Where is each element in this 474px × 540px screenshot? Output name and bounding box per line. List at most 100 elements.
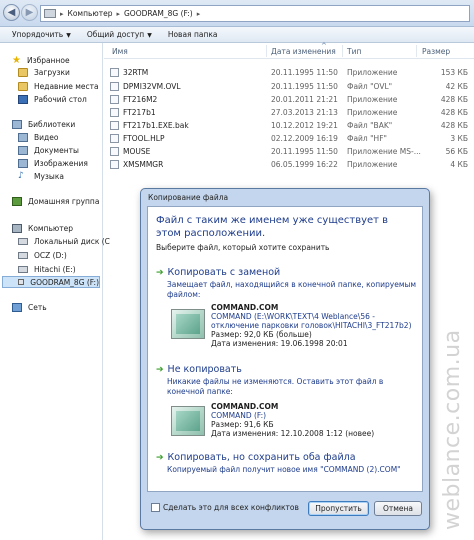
file-name: 32RTM xyxy=(123,68,149,77)
nav-ocz[interactable]: OCZ (D:) xyxy=(18,249,67,261)
hard-drive-icon xyxy=(18,265,28,273)
file-row[interactable]: 32RTM 20.11.1995 11:50 Приложение 153 КБ xyxy=(104,67,474,78)
option-keep-both[interactable]: ➔ Копировать, но сохранить оба файла Копи… xyxy=(156,452,418,482)
nav-hitachi[interactable]: Hitachi (E:) xyxy=(18,263,76,275)
address-field[interactable]: ▸ Компьютер ▸ GOODRAM_8G (F:) ▸ xyxy=(40,5,470,22)
file-thumbnail-icon xyxy=(171,309,205,339)
file-size: 42 КБ xyxy=(445,82,468,91)
file-type: Файл "HF" xyxy=(347,134,387,143)
option-replace[interactable]: ➔ Копировать с заменой Замещает файл, нах… xyxy=(156,267,418,359)
nav-label: Рабочий стол xyxy=(34,94,87,104)
usb-drive-icon xyxy=(18,279,25,285)
source-file-path: COMMAND (E:\WORK\TEXT\4 Weblance\56 - от… xyxy=(211,312,412,330)
file-size: 428 КБ xyxy=(440,108,468,117)
column-divider[interactable] xyxy=(266,45,267,57)
nav-goodram[interactable]: GOODRAM_8G (F:) xyxy=(2,276,100,288)
chevron-down-icon: ▼ xyxy=(66,32,71,39)
file-type: Файл "OVL" xyxy=(347,82,393,91)
nav-computer[interactable]: Компьютер xyxy=(12,222,73,234)
column-divider[interactable] xyxy=(416,45,417,57)
file-type: Приложение MS-... xyxy=(347,147,421,156)
file-row[interactable]: FT217b1.EXE.bak 10.12.2012 19:21 Файл "BAK… xyxy=(104,120,474,131)
file-size: 153 КБ xyxy=(440,68,468,77)
recent-places-icon xyxy=(18,81,28,91)
option-label: Не копировать xyxy=(167,364,242,375)
dialog-body: Файл с таким же именем уже существует в … xyxy=(147,206,423,492)
nav-libraries[interactable]: Библиотеки xyxy=(12,118,75,130)
file-size: 3 КБ xyxy=(450,134,468,143)
forward-button[interactable]: ▶ xyxy=(21,4,38,21)
file-date: 20.01.2011 21:21 xyxy=(271,95,338,104)
share-button[interactable]: Общий доступ ▼ xyxy=(87,30,152,39)
option-label: Копировать, но сохранить оба файла xyxy=(167,452,356,463)
green-arrow-icon: ➔ xyxy=(156,267,164,278)
hard-drive-icon xyxy=(18,251,28,259)
column-size[interactable]: Размер xyxy=(422,47,450,56)
file-date: 20.11.1995 11:50 xyxy=(271,68,338,77)
documents-library-icon xyxy=(18,145,28,155)
destination-file-date: Дата изменения: 12.10.2008 1:12 (новее) xyxy=(211,429,375,438)
homegroup-icon xyxy=(12,196,22,206)
skip-button[interactable]: Пропустить xyxy=(308,501,369,516)
file-date: 27.03.2013 21:13 xyxy=(271,108,338,117)
navigation-pane: ★ Избранное Загрузки Недавние места Рабоч… xyxy=(0,43,110,540)
organize-label: Упорядочить xyxy=(12,30,64,39)
column-name[interactable]: Имя xyxy=(112,47,128,56)
nav-label: Документы xyxy=(34,145,79,155)
hard-drive-icon xyxy=(18,237,28,245)
nav-label: Музыка xyxy=(34,171,64,181)
file-name: DPMI32VM.OVL xyxy=(123,82,181,91)
nav-network[interactable]: Сеть xyxy=(12,301,47,313)
nav-documents[interactable]: Документы xyxy=(18,144,79,156)
music-icon: ♪ xyxy=(18,170,24,181)
nav-desktop[interactable]: Рабочий стол xyxy=(18,93,87,105)
file-type: Приложение xyxy=(347,108,398,117)
share-label: Общий доступ xyxy=(86,30,145,39)
file-name: FT216M2 xyxy=(123,95,158,104)
breadcrumb-separator-icon: ▸ xyxy=(196,9,201,18)
column-date[interactable]: Дата изменения xyxy=(271,47,336,56)
option-keep-both-title[interactable]: ➔ Копировать, но сохранить оба файла xyxy=(156,452,356,463)
nav-favorites[interactable]: ★ Избранное xyxy=(12,54,70,66)
nav-video[interactable]: Видео xyxy=(18,131,58,143)
back-button[interactable]: ◀ xyxy=(3,4,20,21)
nav-label: Домашняя группа xyxy=(28,196,100,206)
file-row[interactable]: DPMI32VM.OVL 20.11.1995 11:50 Файл "OVL" 42… xyxy=(104,81,474,92)
nav-images[interactable]: Изображения xyxy=(18,157,88,169)
nav-downloads[interactable]: Загрузки xyxy=(18,66,70,78)
nav-local-disk[interactable]: Локальный диск (C xyxy=(18,235,110,247)
file-type: Приложение xyxy=(347,68,398,77)
file-row[interactable]: FT217b1 27.03.2013 21:13 Приложение 428 КБ xyxy=(104,107,474,118)
file-row[interactable]: FT216M2 20.01.2011 21:21 Приложение 428 КБ xyxy=(104,94,474,105)
file-name: FT217b1.EXE.bak xyxy=(123,121,189,130)
file-thumbnail-icon xyxy=(171,406,205,436)
column-type[interactable]: Тип xyxy=(347,47,361,56)
option-skip[interactable]: ➔ Не копировать Никакие файлы не изменяют… xyxy=(156,364,418,446)
new-folder-button[interactable]: Новая папка xyxy=(168,30,218,39)
dialog-subtitle: Выберите файл, который хотите сохранить xyxy=(156,243,330,252)
file-row[interactable]: MOUSE 20.11.1995 11:50 Приложение MS-... 56… xyxy=(104,146,474,157)
nav-label: Компьютер xyxy=(28,223,73,233)
dialog-heading: Файл с таким же именем уже существует в … xyxy=(156,215,389,239)
application-icon xyxy=(110,95,119,104)
breadcrumb-drive[interactable]: GOODRAM_8G (F:) xyxy=(124,9,193,18)
file-icon xyxy=(110,82,119,91)
option-skip-title[interactable]: ➔ Не копировать xyxy=(156,364,242,375)
apply-to-all-checkbox[interactable] xyxy=(151,503,160,512)
nav-homegroup[interactable]: Домашняя группа xyxy=(12,195,99,207)
file-date: 20.11.1995 11:50 xyxy=(271,82,338,91)
column-divider[interactable] xyxy=(342,45,343,57)
option-replace-title[interactable]: ➔ Копировать с заменой xyxy=(156,267,280,278)
nav-recent[interactable]: Недавние места xyxy=(18,80,99,92)
breadcrumb-separator-icon: ▸ xyxy=(60,9,64,18)
file-name: FTOOL.HLP xyxy=(123,134,165,143)
file-row[interactable]: XMSMMGR 06.05.1999 16:22 Приложение 4 КБ xyxy=(104,159,474,170)
nav-label: OCZ (D:) xyxy=(34,250,67,260)
cancel-button[interactable]: Отмена xyxy=(374,501,422,516)
nav-music[interactable]: ♪ Музыка xyxy=(18,170,64,182)
file-row[interactable]: FTOOL.HLP 02.12.2009 16:19 Файл "HF" 3 КБ xyxy=(104,133,474,144)
breadcrumb-computer[interactable]: Компьютер xyxy=(68,9,113,18)
file-icon xyxy=(110,121,119,130)
nav-label: Локальный диск (C xyxy=(34,236,110,246)
organize-button[interactable]: Упорядочить ▼ xyxy=(12,30,71,39)
